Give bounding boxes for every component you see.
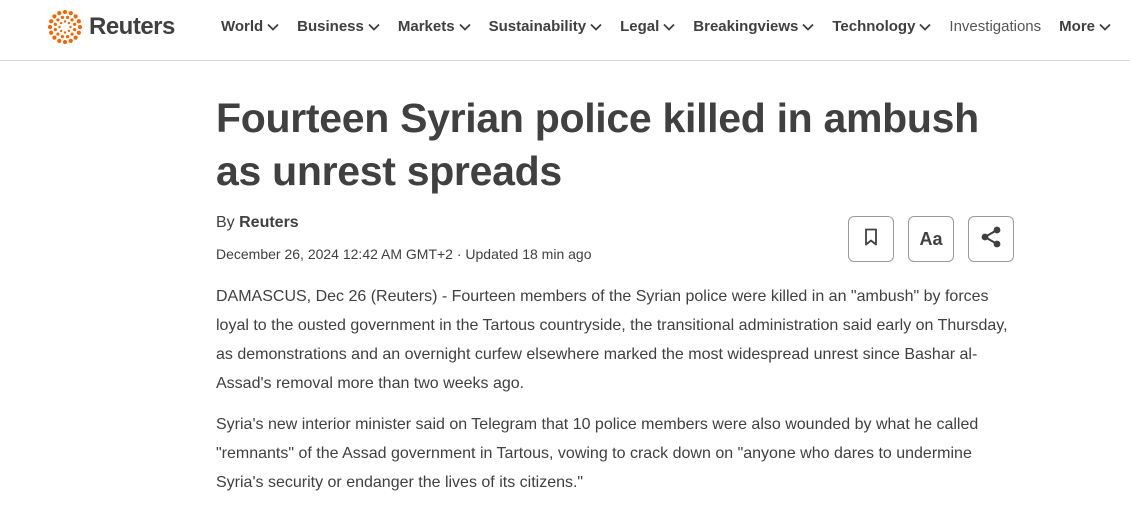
nav-item-world[interactable]: World bbox=[212, 14, 288, 38]
nav-item-business[interactable]: Business bbox=[288, 14, 389, 38]
reuters-logo-icon bbox=[47, 9, 83, 45]
chevron-down-icon bbox=[267, 18, 279, 35]
nav-item-label: Investigations bbox=[949, 17, 1042, 35]
chevron-down-icon bbox=[919, 18, 932, 35]
nav-item-breakingviews[interactable]: Breakingviews bbox=[684, 14, 823, 38]
main-nav: World Business Markets Sustainability Legal B… bbox=[212, 14, 1120, 38]
reuters-logo[interactable]: Reuters bbox=[47, 9, 175, 45]
text-size-button[interactable]: Aa bbox=[908, 216, 954, 262]
nav-item-more[interactable]: More bbox=[1050, 14, 1120, 38]
chevron-down-icon bbox=[1099, 18, 1111, 35]
article-headline: Fourteen Syrian police killed in ambush … bbox=[216, 95, 979, 194]
byline-author[interactable]: Reuters bbox=[239, 214, 299, 231]
nav-item-technology[interactable]: Technology bbox=[823, 14, 940, 38]
article-paragraph: Syria's new interior minister said on Te… bbox=[216, 416, 979, 491]
nav-item-label: More bbox=[1059, 17, 1095, 35]
chevron-down-icon bbox=[590, 18, 602, 35]
nav-item-sustainability[interactable]: Sustainability bbox=[480, 14, 612, 38]
site-header: Reuters World Business Markets Sustainabili… bbox=[0, 0, 1130, 61]
nav-item-label: Breakingviews bbox=[693, 17, 799, 35]
byline-prefix: By bbox=[216, 214, 240, 231]
chevron-down-icon bbox=[663, 18, 675, 35]
nav-item-label: Markets bbox=[397, 17, 455, 35]
article-tools: Aa bbox=[848, 216, 1014, 262]
nav-item-label: Business bbox=[297, 17, 364, 35]
nav-item-label: Legal bbox=[620, 17, 660, 35]
chevron-down-icon bbox=[368, 18, 380, 35]
share-button[interactable] bbox=[968, 216, 1014, 262]
reuters-logo-text: Reuters bbox=[89, 13, 175, 40]
nav-item-investigations[interactable]: Investigations bbox=[940, 14, 1050, 38]
article-paragraph: DAMASCUS, Dec 26 (Reuters) - Fourteen me… bbox=[216, 288, 1008, 392]
nav-item-label: Technology bbox=[832, 17, 916, 35]
share-icon bbox=[979, 225, 1003, 254]
nav-item-legal[interactable]: Legal bbox=[611, 14, 684, 38]
nav-item-markets[interactable]: Markets bbox=[389, 14, 480, 38]
article: Fourteen Syrian police killed in ambush … bbox=[216, 92, 1016, 509]
article-body: DAMASCUS, Dec 26 (Reuters) - Fourteen me… bbox=[216, 282, 1014, 497]
nav-item-label: Sustainability bbox=[488, 17, 587, 35]
bookmark-button[interactable] bbox=[848, 216, 894, 262]
text-size-label: Aa bbox=[919, 228, 943, 249]
nav-item-label: World bbox=[220, 17, 264, 35]
chevron-down-icon bbox=[802, 18, 814, 35]
chevron-down-icon bbox=[458, 18, 471, 35]
bookmark-icon bbox=[864, 228, 878, 251]
